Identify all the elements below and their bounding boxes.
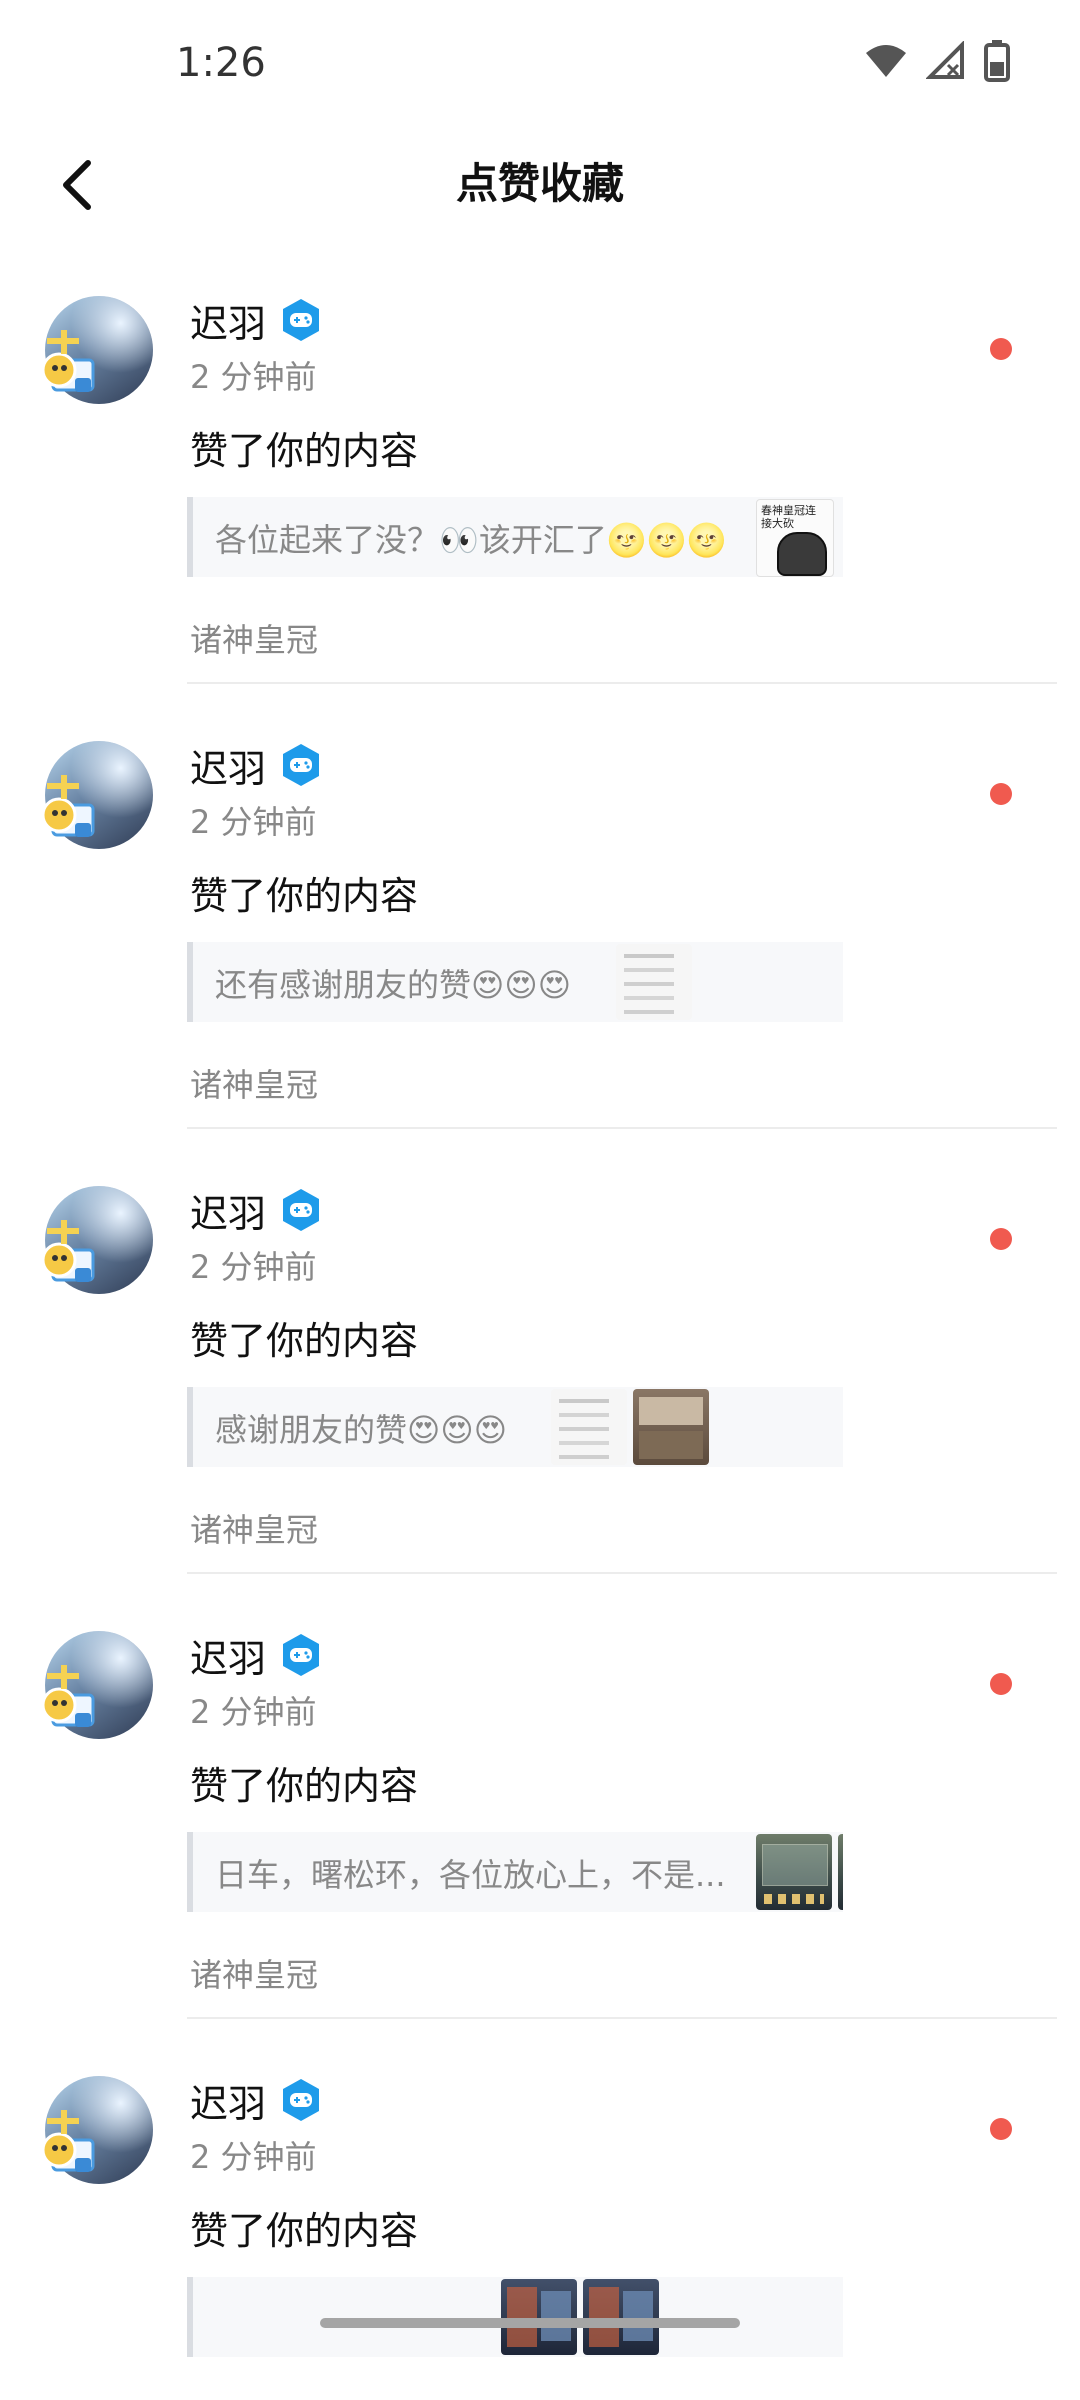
quoted-post-text: 日车，曙松环，各位放心上，不是... <box>215 1856 726 1894</box>
thumbnail-strip <box>551 1387 709 1467</box>
user-name[interactable]: 迟羽 <box>190 2073 266 2128</box>
unread-dot <box>990 1228 1012 1250</box>
user-row: 迟羽 <box>190 1627 322 1683</box>
user-row: 迟羽 <box>190 1182 322 1238</box>
avatar-badge-icon <box>41 775 95 837</box>
game-controller-badge-icon <box>283 2079 320 2121</box>
game-controller-badge-icon <box>283 299 320 341</box>
timestamp: 2 分钟前 <box>190 1248 317 1286</box>
status-icons <box>864 40 1010 82</box>
notification-list[interactable]: 迟羽 2 分钟前 赞了你的内容 各位起来了没？👀该开汇了🌝🌝🌝 春神皇冠连接大砍… <box>0 240 1080 2400</box>
quoted-post[interactable]: 还有感谢朋友的赞😍😍😍 <box>187 942 843 1022</box>
divider <box>187 682 1057 684</box>
post-thumbnail[interactable] <box>616 944 692 1020</box>
avatar[interactable] <box>41 741 153 849</box>
post-thumbnail[interactable] <box>756 1834 832 1910</box>
group-name[interactable]: 诸神皇冠 <box>190 1505 318 1551</box>
avatar-badge-icon <box>41 330 95 392</box>
thumbnail-caption: 春神皇冠连接大砍 <box>761 504 816 530</box>
cellular-no-signal-icon <box>926 41 964 79</box>
quoted-post-text: 感谢朋友的赞😍😍😍 <box>215 1411 508 1449</box>
user-name[interactable]: 迟羽 <box>190 293 266 348</box>
quoted-post[interactable]: 日车，曙松环，各位放心上，不是... <box>187 1832 843 1912</box>
thumbnail-strip <box>756 1832 843 1912</box>
avatar-badge-icon <box>41 1220 95 1282</box>
post-thumbnail[interactable] <box>838 1834 843 1910</box>
post-thumbnail[interactable] <box>501 2279 577 2355</box>
post-thumbnail[interactable] <box>551 1389 627 1465</box>
group-name[interactable]: 诸神皇冠 <box>190 1950 318 1996</box>
action-text: 赞了你的内容 <box>190 1764 419 1808</box>
user-row: 迟羽 <box>190 737 322 793</box>
unread-dot <box>990 1673 1012 1695</box>
post-thumbnail[interactable]: 春神皇冠连接大砍 <box>756 499 834 577</box>
unread-dot <box>990 2118 1012 2140</box>
game-controller-badge-icon <box>283 1189 320 1231</box>
notification-item[interactable]: 迟羽 2 分钟前 赞了你的内容 日车，曙松环，各位放心上，不是... 诸神皇冠 <box>0 1575 1080 2020</box>
post-thumbnail[interactable] <box>633 1389 709 1465</box>
quoted-post[interactable]: 感谢朋友的赞😍😍😍 <box>187 1387 843 1467</box>
action-text: 赞了你的内容 <box>190 874 419 918</box>
group-name[interactable]: 诸神皇冠 <box>190 2395 318 2400</box>
timestamp: 2 分钟前 <box>190 2138 317 2176</box>
group-name[interactable]: 诸神皇冠 <box>190 615 318 661</box>
unread-dot <box>990 783 1012 805</box>
divider <box>187 2017 1057 2019</box>
status-bar: 1:26 <box>0 0 1080 130</box>
timestamp: 2 分钟前 <box>190 358 317 396</box>
action-text: 赞了你的内容 <box>190 2209 419 2253</box>
thumbnail-strip <box>616 942 692 1022</box>
home-indicator[interactable] <box>320 2318 740 2328</box>
user-name[interactable]: 迟羽 <box>190 1628 266 1683</box>
notification-item[interactable]: 迟羽 2 分钟前 赞了你的内容 感谢朋友的赞😍😍😍 诸神皇冠 <box>0 1130 1080 1575</box>
user-row: 迟羽 <box>190 2072 322 2128</box>
quoted-post-text: 还有感谢朋友的赞😍😍😍 <box>215 966 572 1004</box>
thumbnail-strip: 春神皇冠连接大砍 <box>756 497 834 577</box>
divider <box>187 1127 1057 1129</box>
avatar-badge-icon <box>41 1665 95 1727</box>
avatar[interactable] <box>41 2076 153 2184</box>
top-bar: 点赞收藏 <box>0 130 1080 240</box>
avatar-badge-icon <box>41 2110 95 2172</box>
user-name[interactable]: 迟羽 <box>190 738 266 793</box>
action-text: 赞了你的内容 <box>190 429 419 473</box>
status-time: 1:26 <box>176 40 266 86</box>
notification-item[interactable]: 迟羽 2 分钟前 赞了你的内容 还有感谢朋友的赞😍😍😍 诸神皇冠 <box>0 685 1080 1130</box>
action-text: 赞了你的内容 <box>190 1319 419 1363</box>
avatar[interactable] <box>41 1631 153 1739</box>
avatar[interactable] <box>41 296 153 404</box>
divider <box>187 1572 1057 1574</box>
thumbnail-strip <box>501 2277 659 2357</box>
notification-item[interactable]: 迟羽 2 分钟前 赞了你的内容 各位起来了没？👀该开汇了🌝🌝🌝 春神皇冠连接大砍… <box>0 240 1080 685</box>
wifi-icon <box>866 45 906 77</box>
quoted-post[interactable]: 各位起来了没？👀该开汇了🌝🌝🌝 春神皇冠连接大砍 <box>187 497 843 577</box>
group-name[interactable]: 诸神皇冠 <box>190 1060 318 1106</box>
timestamp: 2 分钟前 <box>190 1693 317 1731</box>
avatar[interactable] <box>41 1186 153 1294</box>
user-name[interactable]: 迟羽 <box>190 1183 266 1238</box>
user-row: 迟羽 <box>190 292 322 348</box>
game-controller-badge-icon <box>283 1634 320 1676</box>
battery-icon <box>984 40 1010 82</box>
page-title: 点赞收藏 <box>455 159 624 208</box>
notification-item[interactable]: 迟羽 2 分钟前 赞了你的内容 诸神皇冠 <box>0 2020 1080 2400</box>
quoted-post[interactable] <box>187 2277 843 2357</box>
quoted-post-text: 各位起来了没？👀该开汇了🌝🌝🌝 <box>215 521 727 559</box>
game-controller-badge-icon <box>283 744 320 786</box>
timestamp: 2 分钟前 <box>190 803 317 841</box>
post-thumbnail[interactable] <box>583 2279 659 2355</box>
unread-dot <box>990 338 1012 360</box>
